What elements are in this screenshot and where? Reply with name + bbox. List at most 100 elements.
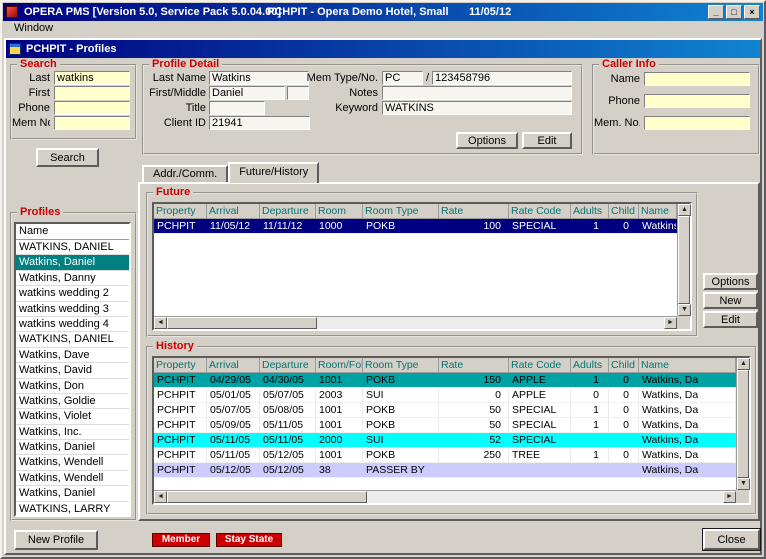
scroll-right-button[interactable]: ► <box>664 317 677 329</box>
side-options-button[interactable]: Options <box>703 273 758 290</box>
client-id-field[interactable]: 21941 <box>209 116 310 130</box>
profile-name: Watkins, Inc. <box>19 426 82 438</box>
future-vertical-scrollbar[interactable]: ▲ ▼ <box>677 204 690 316</box>
profile-list-item[interactable]: Watkins, Danny <box>16 271 129 286</box>
scroll-up-button[interactable]: ▲ <box>678 204 691 216</box>
scroll-down-button[interactable]: ▼ <box>678 304 691 316</box>
close-button[interactable]: Close <box>703 529 760 550</box>
history-row[interactable]: PCHPIT 04/29/05 04/30/05 1001 POKB 150 A… <box>154 373 736 388</box>
profile-list-item[interactable]: Watkins, Inc. <box>16 425 129 440</box>
caller-info-legend: Caller Info <box>599 58 659 71</box>
scroll-left-button[interactable]: ◄ <box>154 491 167 503</box>
notes-field[interactable] <box>382 86 572 100</box>
future-row[interactable]: PCHPIT 11/05/12 11/11/12 1000 POKB 100 S… <box>154 219 677 234</box>
scrollbar-track[interactable] <box>737 370 749 478</box>
profile-list-item[interactable]: Watkins, Dave <box>16 348 129 363</box>
history-row[interactable]: PCHPIT 05/11/05 05/11/05 2000 SUI 52 SPE… <box>154 433 736 448</box>
member-badge[interactable]: Member <box>152 533 210 547</box>
scrollbar-thumb[interactable] <box>737 370 749 478</box>
cell-adults <box>571 433 609 447</box>
cell-arrival: 05/01/05 <box>207 388 260 402</box>
profile-list-item[interactable]: Watkins, Don <box>16 379 129 394</box>
tab-future-history[interactable]: Future/History <box>228 162 319 183</box>
search-memno-input[interactable] <box>54 116 130 130</box>
profile-list-item[interactable]: Watkins, Daniel <box>16 440 129 455</box>
scrollbar-track[interactable] <box>678 216 690 304</box>
scroll-up-button[interactable]: ▲ <box>737 358 750 370</box>
profile-list-item[interactable]: watkins wedding 3 <box>16 302 129 317</box>
profile-list-item[interactable]: Watkins, Violet <box>16 409 129 424</box>
search-last-input[interactable] <box>54 71 130 85</box>
history-horizontal-scrollbar[interactable]: ◄ ► <box>154 490 736 503</box>
profile-list-item[interactable]: WATKINS, LARRY <box>16 502 129 517</box>
profile-list-item[interactable]: Watkins, Daniel <box>16 255 129 270</box>
scrollbar-thumb[interactable] <box>167 317 317 329</box>
scroll-right-button[interactable]: ► <box>723 491 736 503</box>
caller-phone-input[interactable] <box>644 94 750 108</box>
search-first-label: First <box>12 86 50 100</box>
mem-type-field[interactable]: PC <box>382 71 423 85</box>
profile-list-item[interactable]: Watkins, David <box>16 363 129 378</box>
tab-label: Future/History <box>239 166 308 178</box>
profile-list-item[interactable]: Watkins, Wendell <box>16 455 129 470</box>
mem-separator: / <box>426 71 429 85</box>
profile-list-item[interactable]: Watkins, Daniel <box>16 486 129 501</box>
profile-list-item[interactable]: Watkins, Wendell <box>16 471 129 486</box>
new-profile-button[interactable]: New Profile <box>14 530 98 550</box>
last-name-label: Last Name <box>144 71 206 85</box>
scroll-left-button[interactable]: ◄ <box>154 317 167 329</box>
column-header: Departure <box>260 204 316 219</box>
title-field[interactable] <box>209 101 265 115</box>
search-button[interactable]: Search <box>36 148 99 167</box>
history-grid: PropertyArrivalDepartureRoom/FolRoom Typ… <box>152 356 751 505</box>
profile-edit-button[interactable]: Edit <box>522 132 572 149</box>
history-row[interactable]: PCHPIT 05/07/05 05/08/05 1001 POKB 50 SP… <box>154 403 736 418</box>
caller-memno-input[interactable] <box>644 116 750 130</box>
scrollbar-track[interactable] <box>167 491 723 503</box>
window-close-button[interactable]: × <box>744 5 760 19</box>
profile-list-item[interactable]: watkins wedding 4 <box>16 317 129 332</box>
cell-room-fol: 38 <box>316 463 363 477</box>
cell-rate-code: SPECIAL <box>509 403 571 417</box>
profile-list-item[interactable]: WATKINS, DANIEL <box>16 240 129 255</box>
cell-child: 0 <box>609 448 639 462</box>
search-legend: Search <box>17 58 60 71</box>
maximize-button[interactable]: □ <box>726 5 742 19</box>
menu-window[interactable]: Window <box>10 22 57 34</box>
first-name-field[interactable]: Daniel <box>209 86 285 100</box>
history-row[interactable]: PCHPIT 05/11/05 05/12/05 1001 POKB 250 T… <box>154 448 736 463</box>
cell-room-type: POKB <box>363 448 439 462</box>
scrollbar-thumb[interactable] <box>678 216 690 304</box>
mem-no-field[interactable]: 123458796 <box>432 71 572 85</box>
title-label: Title <box>144 101 206 115</box>
side-edit-button[interactable]: Edit <box>703 311 758 328</box>
history-row[interactable]: PCHPIT 05/12/05 05/12/05 38 PASSER BY Wa… <box>154 463 736 478</box>
search-phone-input[interactable] <box>54 101 130 115</box>
profile-name: WATKINS, DANIEL <box>19 333 114 345</box>
profile-list-item[interactable]: WATKINS, DANIEL <box>16 332 129 347</box>
side-new-button[interactable]: New <box>703 292 758 309</box>
cell-adults: 1 <box>571 373 609 387</box>
caller-name-input[interactable] <box>644 72 750 86</box>
stay-state-badge[interactable]: Stay State <box>216 533 282 547</box>
profile-options-button[interactable]: Options <box>456 132 518 149</box>
minimize-button[interactable]: _ <box>708 5 724 19</box>
scroll-down-button[interactable]: ▼ <box>737 478 750 490</box>
cell-name: Watkins, Da <box>639 448 736 462</box>
history-row[interactable]: PCHPIT 05/09/05 05/11/05 1001 POKB 50 SP… <box>154 418 736 433</box>
keyword-field[interactable]: WATKINS <box>382 101 572 115</box>
cell-room-type: SUI <box>363 433 439 447</box>
search-first-input[interactable] <box>54 86 130 100</box>
profile-list-item[interactable]: watkins wedding 2 <box>16 286 129 301</box>
future-horizontal-scrollbar[interactable]: ◄ ► <box>154 316 677 329</box>
history-row[interactable]: PCHPIT 05/01/05 05/07/05 2003 SUI 0 APPL… <box>154 388 736 403</box>
history-vertical-scrollbar[interactable]: ▲ ▼ <box>736 358 749 490</box>
column-header: Arrival <box>207 358 260 373</box>
cell-room-type: POKB <box>363 403 439 417</box>
profile-list-item[interactable]: Watkins, Goldie <box>16 394 129 409</box>
scrollbar-track[interactable] <box>167 317 664 329</box>
tab-addr-comm[interactable]: Addr./Comm. <box>142 165 228 183</box>
scrollbar-thumb[interactable] <box>167 491 367 503</box>
column-header: Child <box>609 204 639 219</box>
cell-property: PCHPIT <box>154 403 207 417</box>
